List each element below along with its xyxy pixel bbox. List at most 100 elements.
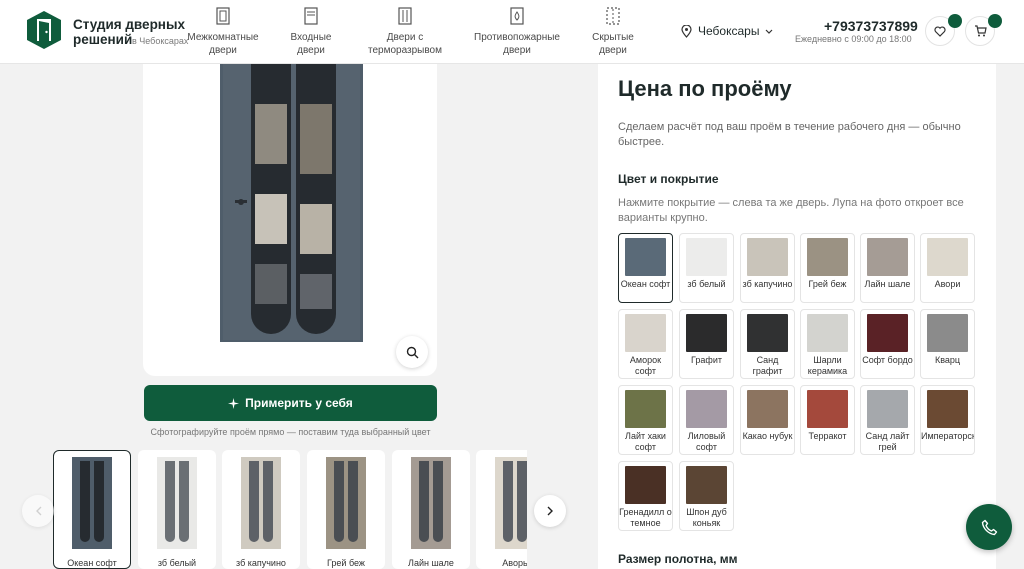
swatch-label: Кварц [934, 355, 961, 365]
nav-label: Двери с терморазрывом [367, 32, 442, 56]
cart-button[interactable] [965, 14, 1002, 46]
product-photo[interactable] [143, 64, 437, 376]
nav-entrance-doors[interactable]: Входные двери [283, 7, 339, 57]
logo-icon[interactable] [26, 10, 62, 50]
color-section-hint: Нажмите покрытие — слева та же дверь. Лу… [618, 197, 964, 224]
phone-icon [981, 519, 997, 535]
swatch-label: Санд лайт грей [865, 431, 910, 452]
color-section-title: Цвет и покрытие [618, 172, 719, 186]
try-on-label: Примерить у себя [245, 396, 353, 410]
city-label: Чебоксары [698, 24, 760, 38]
swatch[interactable]: Лайт хаки софт [618, 385, 673, 455]
swatch-label: Императорское... [921, 431, 974, 441]
swatch-label: зб капучино [742, 279, 793, 289]
nav-label: Межкомнатные двери [187, 32, 259, 56]
swatch-label: Океан софт [620, 279, 671, 289]
swatch-chip [867, 314, 908, 352]
swatch[interactable]: Грей беж [800, 233, 855, 303]
thumbnails-next-button[interactable] [534, 495, 566, 527]
magnifier-icon [406, 346, 418, 358]
nav-thermal-doors[interactable]: Двери с терморазрывом [362, 7, 448, 57]
chevron-left-icon [35, 506, 41, 516]
nav-label: Входные двери [290, 32, 332, 56]
thumbnail[interactable]: Океан софт [53, 450, 131, 569]
zoom-button[interactable] [396, 336, 428, 368]
thumbnail[interactable]: Аворь [476, 450, 527, 569]
thumbnails-prev-button[interactable] [22, 495, 54, 527]
swatch-label: Гренадилл о темное [619, 507, 672, 528]
thumbnail-label: Океан софт [67, 558, 117, 568]
favorites-badge [948, 14, 962, 28]
swatch-chip [686, 466, 727, 504]
thumbnail[interactable]: зб белый [138, 450, 216, 569]
swatch-label: Лайт хаки софт [625, 431, 666, 452]
nav-fire-doors[interactable]: Противопожарные двери [468, 7, 566, 57]
door-thumbnail-image [157, 457, 197, 549]
swatch-label: Грей беж [808, 279, 847, 289]
swatch[interactable]: Императорское... [920, 385, 975, 455]
heart-icon [934, 25, 946, 37]
swatch-label: Лайн шале [864, 279, 911, 289]
swatch[interactable]: Санд графит [740, 309, 795, 379]
swatch-chip [807, 390, 848, 428]
nav-label: Скрытые двери [592, 32, 634, 56]
swatch-chip [625, 238, 666, 276]
swatch[interactable]: зб белый [679, 233, 734, 303]
panel-title: Цена по проёму [618, 76, 792, 101]
nav-label: Противопожарные двери [474, 32, 560, 56]
swatch[interactable]: Графит [679, 309, 734, 379]
phone-link[interactable]: +79373737899 [824, 18, 918, 34]
swatch-chip [625, 466, 666, 504]
swatch-chip [625, 314, 666, 352]
nav-hidden-doors[interactable]: Скрытые двери [586, 7, 640, 57]
thumbnail-label: зб белый [157, 558, 197, 568]
thumbnail[interactable]: зб капучино [222, 450, 300, 569]
thumbnail-strip: Океан софт зб белый зб капучино Грей беж… [53, 450, 527, 569]
door-interior-icon [216, 7, 230, 25]
city-selector[interactable]: Чебоксары [681, 24, 773, 38]
thumbnail[interactable]: Лайн шале [392, 450, 470, 569]
swatch-chip [686, 238, 727, 276]
nav-interior-doors[interactable]: Межкомнатные двери [183, 7, 263, 57]
door-entrance-icon [304, 7, 318, 25]
swatch[interactable]: Кварц [920, 309, 975, 379]
swatch-label: Аморок софт [629, 355, 662, 376]
swatch-label: Какао нубук [742, 431, 793, 441]
thumbnail-label: Лайн шале [408, 558, 454, 568]
swatch-chip [927, 314, 968, 352]
swatch[interactable]: Лайн шале [860, 233, 915, 303]
swatch[interactable]: Авори [920, 233, 975, 303]
swatch-chip [686, 390, 727, 428]
swatch-chip [867, 390, 908, 428]
door-thumbnail-image [411, 457, 451, 549]
chevron-right-icon [547, 506, 553, 516]
swatch[interactable]: Аморок софт [618, 309, 673, 379]
swatch[interactable]: Шарли керамика [800, 309, 855, 379]
swatch[interactable]: Гренадилл о темное [618, 461, 673, 531]
cart-badge [988, 14, 1002, 28]
door-image [220, 64, 363, 342]
swatch[interactable]: Какао нубук [740, 385, 795, 455]
try-on-button[interactable]: Примерить у себя [144, 385, 437, 421]
site-header: Студия дверных решений в Чебоксарах Межк… [0, 0, 1024, 64]
thumbnail-label: зб капучино [236, 558, 286, 568]
map-pin-icon [681, 24, 692, 38]
swatch[interactable]: Лиловый софт [679, 385, 734, 455]
swatch-label: Санд графит [752, 355, 783, 376]
swatch-label: Авори [934, 279, 961, 289]
swatch-label: Графит [691, 355, 722, 365]
swatch-label: Шарли керамика [807, 355, 848, 376]
thumbnail[interactable]: Грей беж [307, 450, 385, 569]
swatch[interactable]: Терракот [800, 385, 855, 455]
swatch[interactable]: Шпон дуб коньяк [679, 461, 734, 531]
call-button[interactable] [966, 504, 1012, 550]
door-hidden-icon [606, 7, 620, 25]
swatch[interactable]: Океан софт [618, 233, 673, 303]
swatch[interactable]: Софт бордо [860, 309, 915, 379]
swatch[interactable]: Санд лайт грей [860, 385, 915, 455]
swatch-chip [747, 314, 788, 352]
favorites-button[interactable] [925, 14, 962, 46]
cart-icon [974, 25, 987, 37]
swatch[interactable]: зб капучино [740, 233, 795, 303]
swatch-label: зб белый [687, 279, 726, 289]
